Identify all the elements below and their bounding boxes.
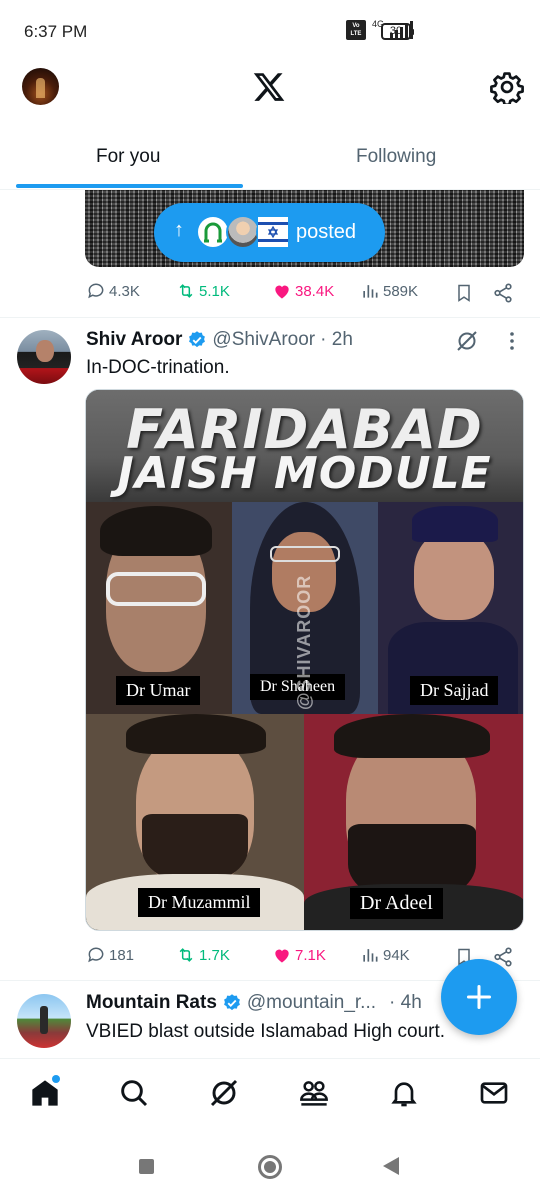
author-avatar[interactable] xyxy=(17,994,71,1048)
views-button[interactable]: 94K xyxy=(360,945,410,965)
poster-avatar xyxy=(256,215,290,249)
verified-badge-icon xyxy=(189,331,206,348)
author-handle[interactable]: @ShivAroor xyxy=(212,329,315,351)
active-tab-indicator xyxy=(16,184,243,188)
notifications-icon[interactable] xyxy=(388,1077,420,1109)
grok-icon[interactable] xyxy=(455,329,479,353)
post-media-image[interactable]: FARIDABAD JAISH MODULE Dr Umar Dr Shahee… xyxy=(85,389,524,931)
views-icon xyxy=(363,949,378,962)
media-headline: FARIDABAD JAISH MODULE xyxy=(86,390,523,502)
tab-for-you[interactable]: For you xyxy=(96,146,160,168)
caption-dr-adeel: Dr Adeel xyxy=(350,888,443,919)
reply-icon xyxy=(88,283,104,299)
post-author-line: Mountain Rats @mountain_r... · 4h xyxy=(86,992,422,1014)
home-system-button[interactable] xyxy=(258,1155,282,1179)
like-button[interactable]: 7.1K xyxy=(272,945,326,965)
heart-filled-icon xyxy=(275,285,289,299)
heart-filled-icon xyxy=(275,949,289,963)
photo-dr-umar: Dr Umar xyxy=(86,502,232,714)
post-divider xyxy=(0,317,540,318)
share-icon[interactable] xyxy=(492,282,514,304)
poster-avatar xyxy=(196,215,230,249)
gear-icon[interactable] xyxy=(490,70,524,104)
repost-icon xyxy=(179,948,193,962)
poster-avatar xyxy=(226,215,260,249)
reply-count: 4.3K xyxy=(109,282,140,300)
post-actions: 4.3K 5.1K 38.4K 589K xyxy=(86,281,526,305)
views-button[interactable]: 589K xyxy=(360,281,418,301)
author-name[interactable]: Mountain Rats xyxy=(86,992,217,1014)
tab-following[interactable]: Following xyxy=(356,146,436,168)
bookmark-icon[interactable] xyxy=(454,282,474,304)
caption-dr-muzammil: Dr Muzammil xyxy=(138,888,261,917)
photo-dr-sajjad: Dr Sajjad xyxy=(378,502,523,714)
posted-label: posted xyxy=(296,221,357,243)
media-title-line2: JAISH MODULE xyxy=(117,448,492,499)
like-button[interactable]: 38.4K xyxy=(272,281,334,301)
battery-icon: 30 xyxy=(381,23,414,40)
top-nav xyxy=(0,64,540,114)
author-name[interactable]: Shiv Aroor xyxy=(86,329,182,351)
repost-button[interactable]: 1.7K xyxy=(176,945,230,965)
messages-icon[interactable] xyxy=(478,1077,510,1109)
repost-icon xyxy=(179,284,193,298)
author-handle[interactable]: @mountain_r... xyxy=(247,992,376,1014)
timeline-tabs: For you Following xyxy=(0,134,540,190)
reply-icon xyxy=(88,947,104,963)
new-posts-pill[interactable]: ↑ posted xyxy=(154,203,385,262)
profile-avatar[interactable] xyxy=(22,68,59,105)
communities-icon[interactable] xyxy=(298,1077,330,1109)
reply-button[interactable]: 4.3K xyxy=(86,281,140,301)
repost-count: 5.1K xyxy=(199,282,230,300)
more-options-icon[interactable] xyxy=(509,331,515,351)
post-time: · 2h xyxy=(320,329,353,350)
reply-count: 181 xyxy=(109,946,135,964)
views-count: 589K xyxy=(383,282,419,300)
repost-count: 1.7K xyxy=(199,946,230,964)
back-button[interactable] xyxy=(383,1157,399,1175)
views-count: 94K xyxy=(383,946,410,964)
author-avatar[interactable] xyxy=(17,330,71,384)
bottom-nav xyxy=(0,1058,540,1136)
compose-post-button[interactable] xyxy=(441,959,517,1035)
repost-button[interactable]: 5.1K xyxy=(176,281,230,301)
home-notification-dot xyxy=(52,1075,60,1083)
arrow-up-icon: ↑ xyxy=(174,219,184,241)
x-logo-icon xyxy=(253,73,285,101)
volte-icon: Vo LTE xyxy=(345,20,366,40)
photo-dr-adeel: Dr Adeel xyxy=(304,714,523,930)
recents-button[interactable] xyxy=(139,1159,154,1174)
reply-button[interactable]: 181 xyxy=(86,945,134,965)
plus-icon xyxy=(466,984,492,1010)
search-icon[interactable] xyxy=(118,1077,150,1109)
system-nav-bar xyxy=(0,1136,540,1199)
views-icon xyxy=(363,285,378,298)
caption-dr-umar: Dr Umar xyxy=(116,676,201,705)
post-time: · 4h xyxy=(389,992,422,1013)
like-count: 38.4K xyxy=(295,282,335,300)
verified-badge-icon xyxy=(223,994,240,1011)
post-text: In-DOC-trination. xyxy=(86,357,230,378)
status-time: 6:37 PM xyxy=(24,22,88,41)
post-text: VBIED blast outside Islamabad High court… xyxy=(86,1021,446,1042)
post-author-line: Shiv Aroor @ShivAroor · 2h xyxy=(86,329,353,351)
like-count: 7.1K xyxy=(295,946,326,964)
status-bar: 6:37 PM Vo LTE 4G 30 xyxy=(0,0,540,64)
caption-dr-sajjad: Dr Sajjad xyxy=(410,676,499,705)
media-watermark: @SHIVAROOR xyxy=(294,574,314,710)
grok-icon[interactable] xyxy=(208,1077,240,1109)
photo-dr-muzammil: Dr Muzammil xyxy=(86,714,304,930)
